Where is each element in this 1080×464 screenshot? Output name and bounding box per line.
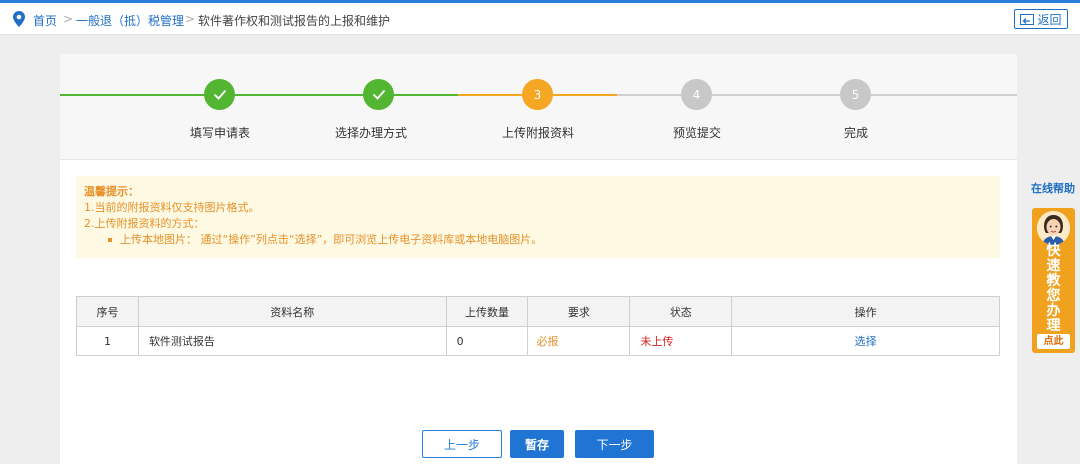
online-help-link[interactable]: 在线帮助 [1031,180,1075,196]
cell-name: 软件测试报告 [137,326,447,356]
col-header-index: 序号 [76,296,139,327]
back-button[interactable]: 返回 [1014,9,1068,29]
col-header-action: 操作 [731,296,1000,327]
col-header-name: 资料名称 [137,296,447,327]
step-1-label: 填写申请表 [189,126,250,140]
progress-line-done [60,94,458,96]
select-file-link[interactable]: 选择 [731,326,1000,356]
step-4-label: 预览提交 [672,126,721,140]
cell-requirement: 必报 [527,326,631,356]
breadcrumb-current: 软件著作权和测试报告的上报和维护 [198,14,391,28]
table-row: 1 软件测试报告 0 必报 未上传 选择 [76,326,1000,356]
back-button-label: 返回 [1037,12,1062,27]
col-header-requirement: 要求 [527,296,631,327]
tips-notice: 温馨提示： 1.当前的附报资料仅支持图片格式。 2.上传附报资料的方式： 上传本… [76,176,1000,258]
cell-status: 未上传 [629,326,733,356]
notice-line-1: 1.当前的附报资料仅支持图片格式。 [84,201,260,214]
location-pin-icon [13,11,25,27]
step-5-circle: 5 [840,79,871,110]
notice-bullet-text: 上传本地图片： 通过“操作”列点击“选择”，即可浏览上传电子资料库或本地电脑图片… [120,233,543,246]
progress-steps: 3 4 5 填写申请表 选择办理方式 上传附报资料 预览提交 完成 [60,54,1017,160]
prev-step-button[interactable]: 上一步 [422,430,502,458]
quick-guide-text: 快 速 教 您 办 理 [1046,243,1061,334]
step-5-label: 完成 [843,126,868,140]
notice-title: 温馨提示： [84,185,139,198]
step-3-circle: 3 [522,79,553,110]
checkmark-icon [372,89,385,100]
quick-guide-widget[interactable]: 快 速 教 您 办 理 点此 [1032,208,1075,353]
assistant-avatar-icon [1037,211,1070,245]
table-header-row: 序号 资料名称 上传数量 要求 状态 操作 [76,296,1000,327]
breadcrumb-home-link[interactable]: 首页 [33,12,57,29]
notice-line-2: 2.上传附报资料的方式： [84,217,205,230]
col-header-status: 状态 [629,296,733,327]
breadcrumb-separator: > [63,12,74,26]
next-step-button[interactable]: 下一步 [575,430,654,458]
breadcrumb-separator: > [185,12,196,26]
cell-index: 1 [76,326,139,356]
step-2-label: 选择办理方式 [334,126,407,140]
step-3-label: 上传附报资料 [501,126,574,140]
step-1-circle [204,79,235,110]
attachments-table: 序号 资料名称 上传数量 要求 状态 操作 1 软件测试报告 0 必报 未上传 … [76,296,1000,356]
step-2-circle [363,79,394,110]
step-4-circle: 4 [681,79,712,110]
checkmark-icon [213,89,226,100]
click-here-badge[interactable]: 点此 [1037,334,1070,349]
notice-bullet: 上传本地图片： 通过“操作”列点击“选择”，即可浏览上传电子资料库或本地电脑图片… [84,232,992,248]
cell-count: 0 [445,326,529,356]
col-header-count: 上传数量 [445,296,529,327]
return-arrow-icon [1020,13,1035,25]
breadcrumb-section-link[interactable]: 一般退（抵）税管理 [76,12,184,29]
save-draft-button[interactable]: 暂存 [510,430,564,458]
progress-line-todo [617,94,1017,96]
main-panel: 3 4 5 填写申请表 选择办理方式 上传附报资料 预览提交 完成 温馨提示： … [60,54,1017,464]
breadcrumb-bar: 首页 > 一般退（抵）税管理 > 软件著作权和测试报告的上报和维护 返回 [0,3,1080,35]
